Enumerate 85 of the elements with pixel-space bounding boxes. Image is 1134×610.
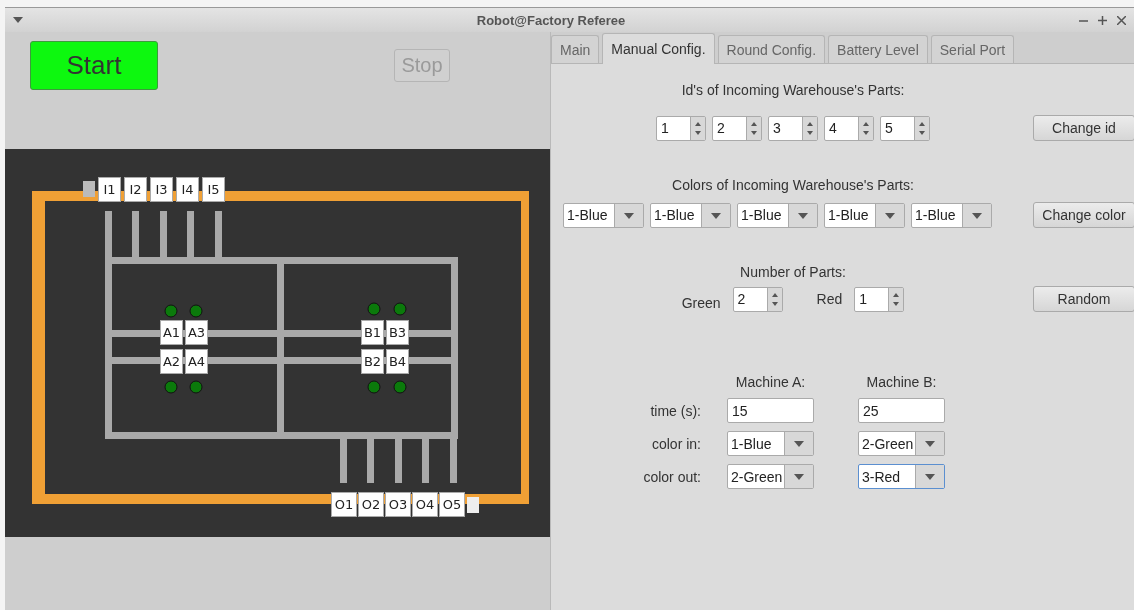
station-tile: B3 [386,320,409,345]
conveyor-cap [83,181,95,197]
station-tile: I2 [124,177,147,202]
status-dot [164,304,178,318]
status-dot [367,302,381,316]
status-dot [367,380,381,394]
stepper-icon[interactable] [690,116,705,140]
status-dot [393,380,407,394]
change-color-button[interactable]: Change color [1033,202,1134,228]
field-label: color in: [650,435,701,452]
stepper-icon[interactable] [914,116,929,140]
station-tile: A1 [160,320,183,345]
section-heading: Number of Parts: [739,264,847,280]
station-tile: O1 [331,492,357,517]
tab[interactable]: Manual Config. [602,33,715,64]
field-label: color out: [642,468,701,485]
spin-field[interactable]: 2 [732,286,783,312]
station-tile: O4 [412,492,438,517]
caret-icon [788,203,817,227]
station-tile: B1 [361,320,384,345]
start-button[interactable]: Start [30,41,158,90]
tab[interactable]: Main [551,35,600,63]
station-tile: I4 [176,177,199,202]
spin-field[interactable]: 4 [824,115,874,141]
dropdown-field[interactable]: 1-Blue [563,202,644,228]
spin-field[interactable]: 3 [768,115,818,141]
dropdown-field[interactable]: 1-Blue [824,202,905,228]
dropdown-field[interactable]: 1-Blue [737,202,818,228]
stepper-icon[interactable] [746,116,761,140]
caret-icon [915,432,944,455]
dropdown-field[interactable]: 1-Blue [911,202,992,228]
station-tile: I5 [202,177,225,202]
spin-field[interactable]: 1 [854,286,905,312]
tab[interactable]: Battery Level [828,35,928,63]
dropdown-field[interactable]: 1-Blue [650,202,731,228]
status-dot [189,304,203,318]
station-tile: A2 [160,349,183,374]
caret-icon [701,203,730,227]
dropdown-field[interactable]: 1-Blue [727,431,814,456]
machine-heading: Machine B: [865,374,938,390]
caret-icon [784,432,813,455]
input-field[interactable]: 15 [727,398,814,423]
status-dot [164,380,178,394]
random-button[interactable]: Random [1033,286,1134,312]
parts-label: Green [681,295,721,311]
machine-heading: Machine A: [734,374,807,390]
dropdown-field[interactable]: 2-Green [727,464,814,489]
section-heading: Id's of Incoming Warehouse's Parts: [680,82,906,98]
spin-field[interactable]: 1 [656,115,706,141]
parts-label: Red [816,291,843,307]
tab[interactable]: Round Config. [717,35,826,63]
change-id-button[interactable]: Change id [1033,115,1134,141]
station-tile: O3 [385,492,411,517]
stepper-icon[interactable] [888,287,904,311]
stepper-icon[interactable] [802,116,817,140]
station-tile: B2 [361,349,384,374]
stepper-icon[interactable] [858,116,873,140]
caret-icon [614,203,643,227]
station-tile: O2 [358,492,384,517]
input-field[interactable]: 25 [858,398,945,423]
station-tile: O5 [439,492,465,517]
status-dot [189,380,203,394]
station-tile: B4 [386,349,409,374]
maximize-icon[interactable] [1098,15,1107,25]
dropdown-field[interactable]: 2-Green [858,431,945,456]
spin-field[interactable]: 5 [880,115,930,141]
station-tile: I1 [98,177,121,202]
station-tile: A4 [185,349,208,374]
caret-icon [784,465,813,488]
tab[interactable]: Serial Port [930,35,1015,63]
caret-icon [962,203,991,227]
menu-caret-icon[interactable] [13,17,23,23]
section-heading: Colors of Incoming Warehouse's Parts: [671,177,915,193]
window-title: Robot@Factory Referee [475,12,627,28]
caret-icon [915,465,944,488]
station-tile: I3 [150,177,173,202]
spin-field[interactable]: 2 [712,115,762,141]
conveyor-cap [467,497,479,513]
close-icon[interactable] [1117,15,1126,25]
station-tile: A3 [185,320,208,345]
dropdown-field[interactable]: 3-Red [858,464,945,489]
caret-icon [875,203,904,227]
field-label: time (s): [649,402,701,419]
status-dot [393,302,407,316]
stepper-icon[interactable] [766,287,782,311]
